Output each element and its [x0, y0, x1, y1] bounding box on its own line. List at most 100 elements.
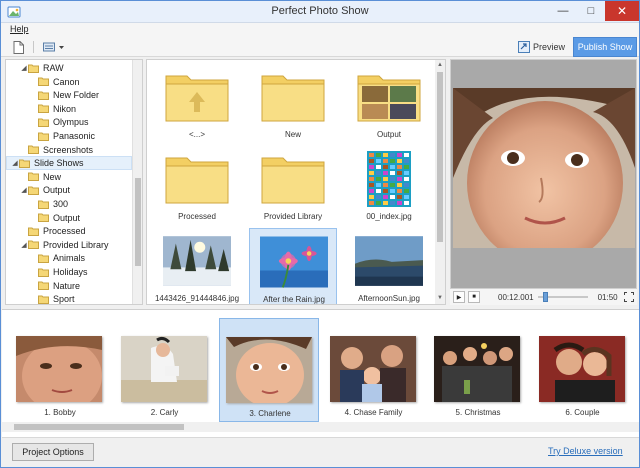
tree-item[interactable]: 300: [6, 197, 132, 211]
tree-item[interactable]: Screenshots: [6, 143, 132, 157]
folder-icon: [38, 295, 49, 304]
slide-item[interactable]: 1. Bobby: [10, 318, 110, 422]
folder-icon: [38, 281, 49, 291]
slide-label: 5. Christmas: [455, 408, 501, 417]
view-mode-button[interactable]: [41, 39, 67, 55]
toolbar: Preview Publish Show: [1, 37, 639, 57]
folder-item[interactable]: New: [249, 64, 337, 144]
filmstrip-scroll-thumb[interactable]: [14, 424, 184, 430]
folder-item[interactable]: Provided Library: [249, 146, 337, 226]
tree-item-label: Processed: [43, 226, 86, 237]
file-thumbnail: [260, 233, 328, 291]
current-time: 00:12.001: [498, 292, 534, 302]
files-scroll-thumb[interactable]: [437, 72, 443, 242]
image-file-item[interactable]: 00_index.jpg: [345, 146, 433, 226]
tree-item[interactable]: Output: [6, 211, 132, 225]
tree-item[interactable]: Panasonic: [6, 129, 132, 143]
title-bar[interactable]: Perfect Photo Show — □ ✕: [1, 1, 639, 23]
tree-item[interactable]: ◢ Output: [6, 183, 132, 197]
seaside-image: [355, 236, 423, 286]
seek-slider[interactable]: [537, 291, 588, 303]
scroll-up-icon[interactable]: ▲: [436, 61, 444, 69]
fullscreen-icon[interactable]: [623, 292, 634, 302]
snow-forest-image: [163, 236, 231, 286]
folder-icon: [38, 213, 49, 223]
tree-item[interactable]: ◢ Slide Shows: [6, 156, 132, 171]
tree-item-label: Provided Library: [43, 239, 109, 250]
maximize-icon[interactable]: □: [577, 1, 605, 21]
slide-item[interactable]: 3. Charlene: [219, 318, 319, 422]
tree-item-label: New: [43, 171, 62, 182]
folder-icon: [28, 240, 39, 250]
tree-item-label: Sport: [53, 294, 75, 305]
slide-item[interactable]: 5. Christmas: [428, 318, 528, 422]
folder-icon: [38, 268, 49, 277]
tree-item-label: Canon: [53, 76, 80, 87]
folder-icon: [261, 75, 325, 122]
file-label: <...>: [188, 130, 205, 139]
image-file-item[interactable]: AfternoonSun.jpg: [345, 228, 433, 304]
new-document-button[interactable]: [11, 39, 25, 55]
tree-item[interactable]: New: [6, 170, 132, 184]
slide-item[interactable]: 4. Chase Family: [324, 318, 424, 422]
folder-tree[interactable]: ◢ RAW Canon New Folder Nikon Olympus Panasonic…: [5, 59, 143, 305]
expand-arrow-icon[interactable]: ◢: [20, 64, 28, 72]
file-label: Output: [376, 130, 401, 139]
expand-arrow-icon[interactable]: ◢: [20, 241, 28, 249]
folder-icon: [165, 157, 229, 204]
slide-item[interactable]: 2. Carly: [115, 318, 215, 422]
tree-scroll-thumb[interactable]: [135, 178, 141, 266]
preview-button[interactable]: Preview: [515, 38, 569, 56]
tree-item[interactable]: Animals: [6, 251, 132, 265]
play-icon[interactable]: ▶: [453, 291, 465, 303]
expand-arrow-icon[interactable]: ◢: [20, 186, 28, 194]
slide-label: 3. Charlene: [249, 409, 291, 418]
file-label: AfternoonSun.jpg: [358, 294, 420, 303]
slide-label: 6. Couple: [565, 408, 600, 417]
tree-item[interactable]: ◢ RAW: [6, 61, 132, 75]
tree-scrollbar[interactable]: [132, 60, 142, 304]
tree-item[interactable]: Holidays: [6, 265, 132, 279]
close-icon[interactable]: ✕: [605, 1, 639, 21]
tree-item-label: 300: [53, 199, 69, 209]
tree-item[interactable]: Olympus: [6, 115, 132, 129]
tree-item[interactable]: Canon: [6, 75, 132, 89]
image-file-item[interactable]: 1443426_91444846.jpg: [153, 228, 241, 304]
slide-item[interactable]: 6. Couple: [533, 318, 633, 422]
tree-item[interactable]: Nature: [6, 279, 132, 293]
folder-icon: [28, 145, 39, 155]
project-options-button[interactable]: Project Options: [12, 443, 94, 461]
tree-item[interactable]: ◢ Provided Library: [6, 238, 132, 252]
tree-item[interactable]: Processed: [6, 224, 132, 238]
folder-icon: [38, 91, 49, 100]
menu-bar: Help: [1, 23, 639, 37]
scroll-down-icon[interactable]: ▼: [436, 294, 444, 302]
slide-label: 2. Carly: [150, 408, 179, 417]
tree-item-label: Output: [43, 185, 71, 196]
folder-item[interactable]: Output: [345, 64, 433, 144]
tree-item[interactable]: New Folder: [6, 88, 132, 102]
slide-thumbnail: [16, 336, 102, 402]
folder-icon: [261, 157, 325, 204]
files-scrollbar[interactable]: ▲ ▼: [435, 60, 445, 304]
slide-thumbnail: [434, 336, 520, 402]
file-thumbnail: [163, 232, 231, 290]
file-thumbnail: [163, 150, 231, 208]
tree-item-label: New Folder: [53, 90, 100, 101]
expand-arrow-icon[interactable]: ◢: [11, 159, 19, 167]
image-file-item[interactable]: After the Rain.jpg: [249, 228, 337, 304]
tree-item[interactable]: Sport: [6, 292, 132, 305]
minimize-icon[interactable]: —: [549, 1, 577, 21]
tree-item[interactable]: Nikon: [6, 102, 132, 116]
folder-item[interactable]: Processed: [153, 146, 241, 226]
file-thumbnail: [163, 68, 231, 126]
stop-icon[interactable]: ■: [468, 291, 480, 303]
seek-handle[interactable]: [542, 292, 548, 302]
filmstrip-scrollbar[interactable]: [2, 422, 639, 432]
tree-item-label: Slide Shows: [34, 158, 84, 169]
folder-item[interactable]: <...>: [153, 64, 241, 144]
menu-help[interactable]: Help: [10, 24, 29, 34]
publish-show-button[interactable]: Publish Show: [573, 37, 637, 57]
try-deluxe-link[interactable]: Try Deluxe version: [548, 446, 623, 456]
file-label: New: [284, 130, 301, 139]
